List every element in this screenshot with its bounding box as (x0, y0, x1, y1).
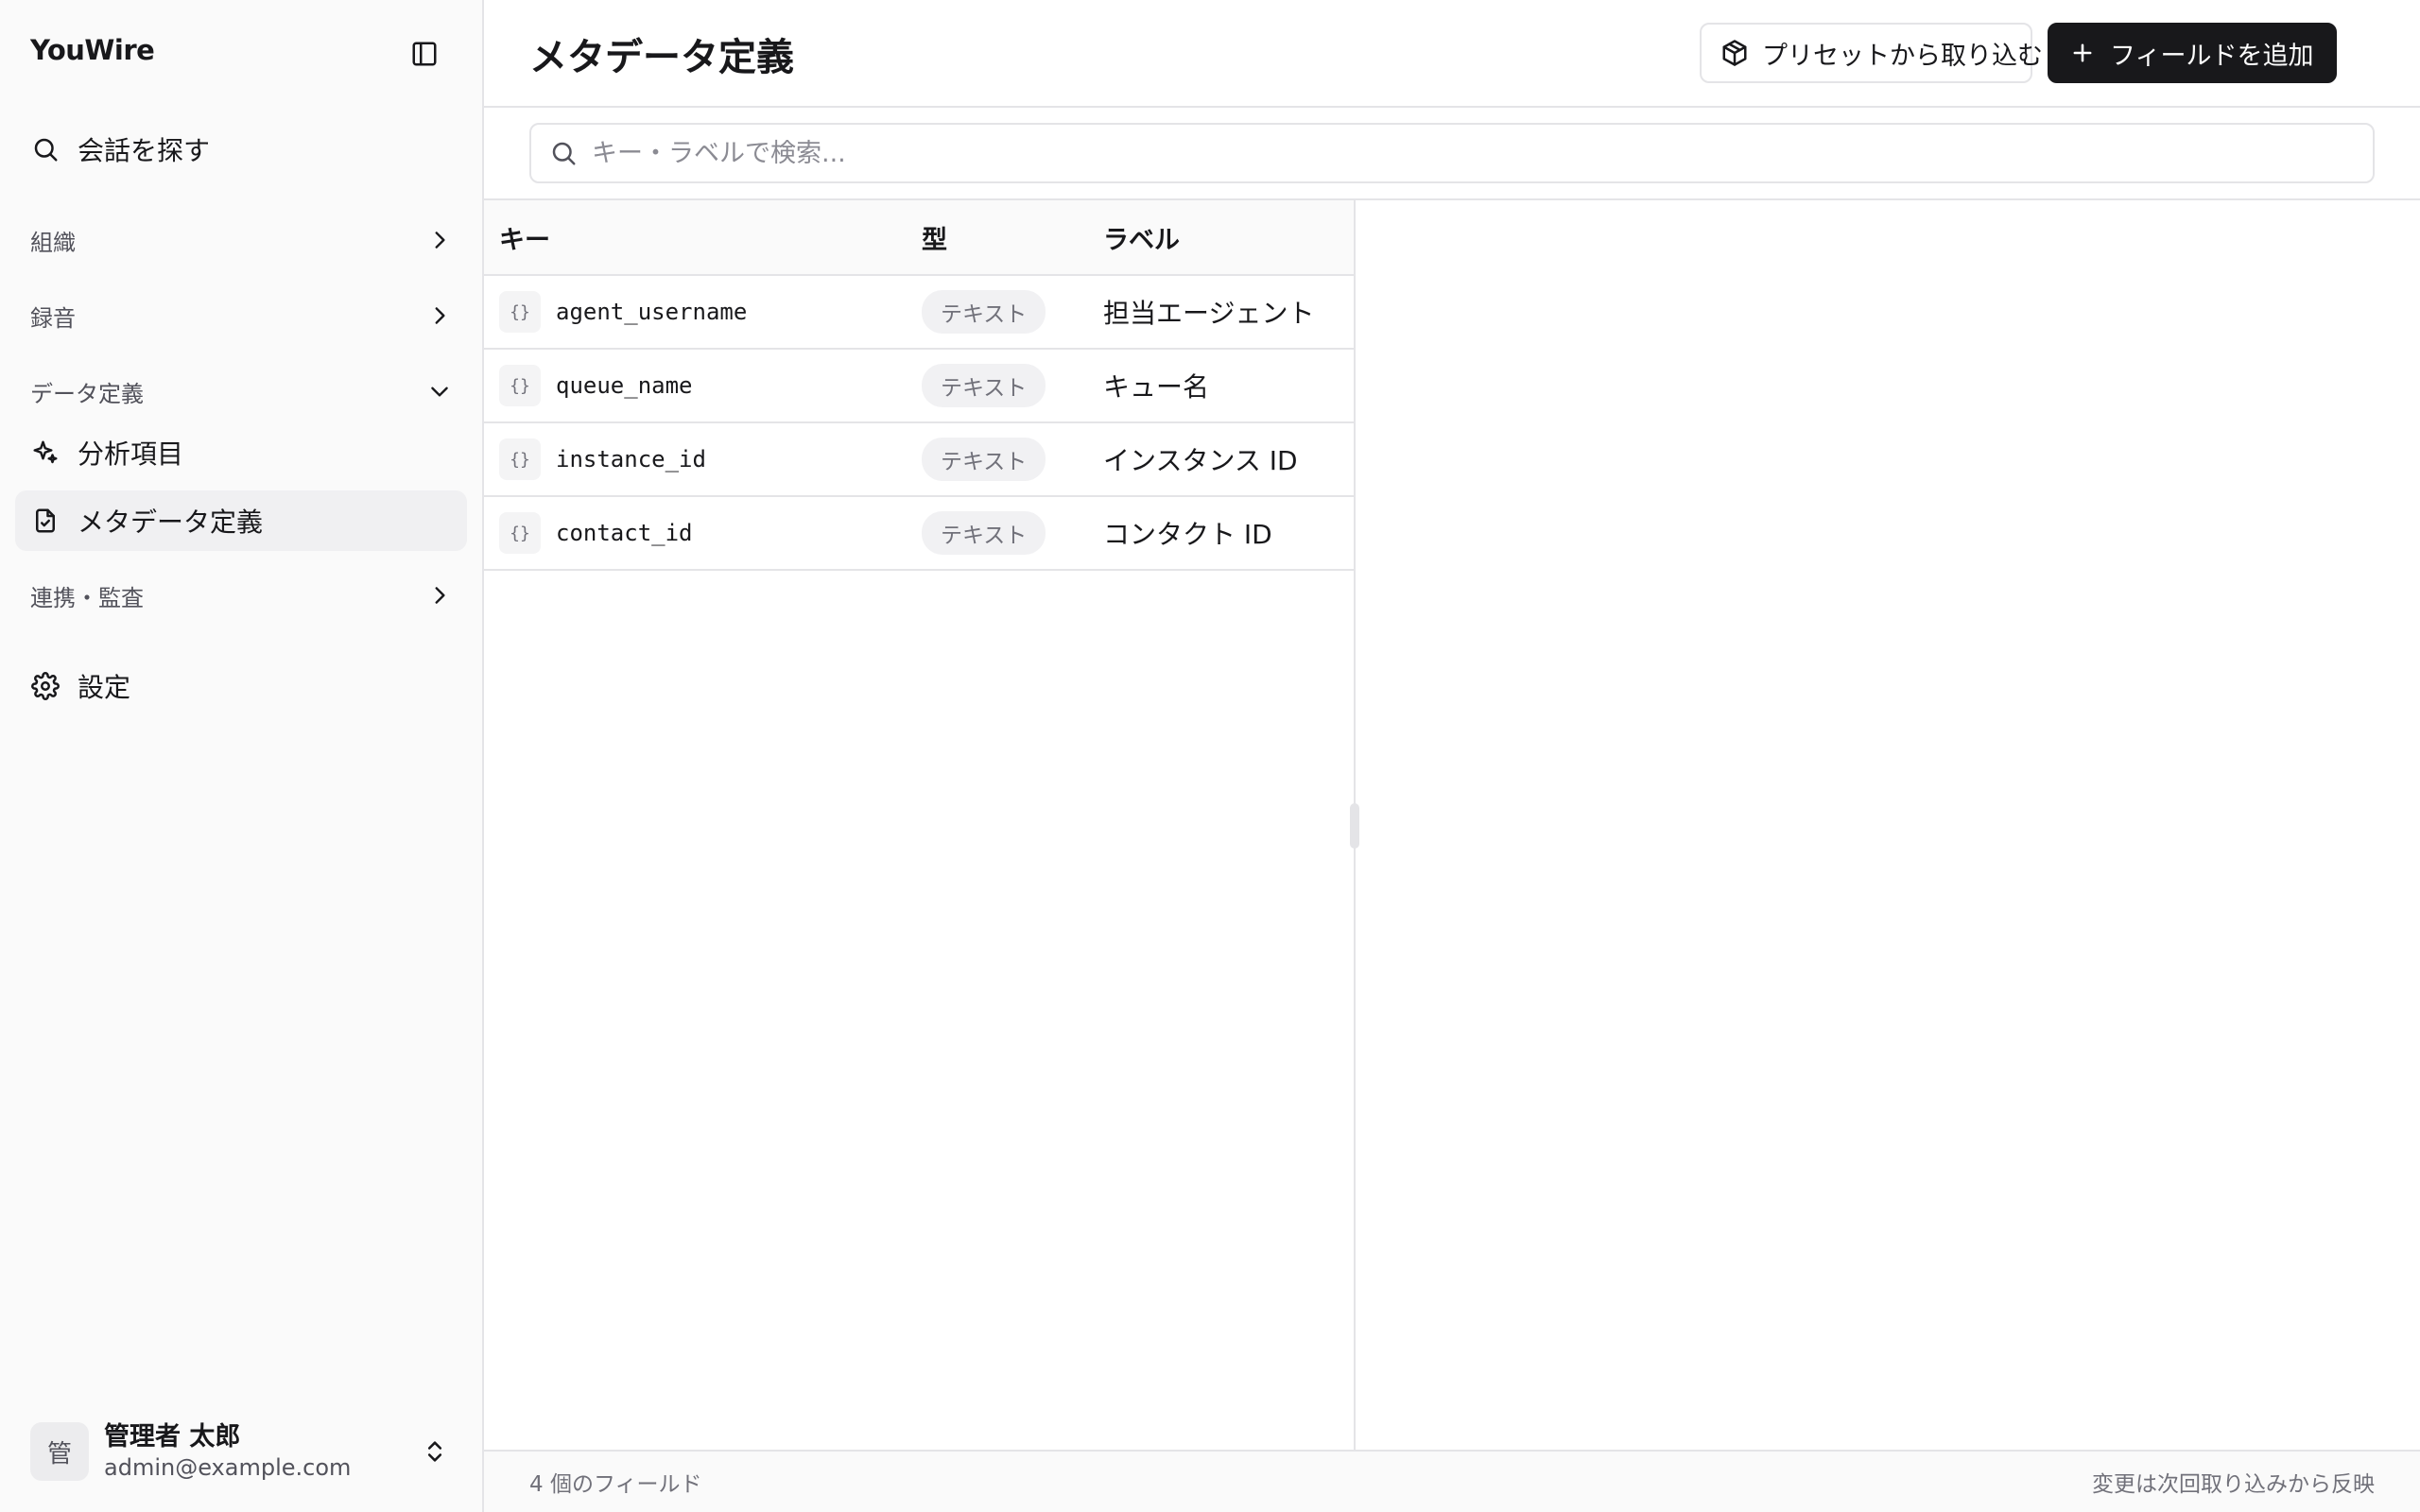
braces-icon: {} (499, 291, 541, 333)
group-label: 録音 (30, 304, 76, 332)
type-badge: テキスト (922, 511, 1046, 555)
field-key: contact_id (556, 520, 693, 546)
brand-row: YouWire (0, 0, 482, 106)
page-title: メタデータ定義 (529, 36, 794, 79)
chevron-right-icon (425, 581, 454, 610)
field-label: 担当エージェント (1103, 298, 1315, 329)
table-row[interactable]: {} agent_username テキスト 担当エージェント (484, 276, 1354, 350)
braces-icon: {} (499, 438, 541, 480)
main-content: メタデータ定義 プリセットから取り込む フィールドを追加 キー・ラベルで検索..… (484, 0, 2420, 1512)
user-name: 管理者 太郎 (104, 1422, 241, 1452)
cell-key: {} queue_name (484, 365, 907, 406)
button-label: フィールドを追加 (2110, 41, 2314, 71)
cell-type: テキスト (907, 438, 1088, 481)
table-header: キー 型 ラベル (484, 200, 1354, 276)
cell-key: {} contact_id (484, 512, 907, 554)
avatar: 管 (30, 1422, 89, 1481)
field-key: queue_name (556, 372, 693, 399)
group-recording[interactable]: 録音 (15, 287, 467, 344)
sidebar: YouWire 会話を探す 組織 録音 データ定義 分析項目 メタデータ定義 連… (0, 0, 484, 1512)
table-row[interactable]: {} contact_id テキスト コンタクト ID (484, 497, 1354, 571)
braces-icon: {} (499, 365, 541, 406)
button-label: プリセットから取り込む (1762, 41, 2043, 71)
sidebar-toggle-button[interactable] (405, 34, 444, 74)
field-key: instance_id (556, 446, 706, 472)
nav-item-label: メタデータ定義 (78, 507, 264, 538)
search-conversations-item[interactable]: 会話を探す (15, 119, 467, 180)
group-data-definition[interactable]: データ定義 (15, 363, 467, 420)
chevron-right-icon (425, 226, 454, 254)
metadata-table: キー 型 ラベル {} agent_username テキスト 担当エージェント… (484, 200, 1356, 1450)
field-count: 4 個のフィールド (529, 1472, 702, 1497)
table-row[interactable]: {} instance_id テキスト インスタンス ID (484, 423, 1354, 497)
nav-item-label: 設定 (78, 672, 131, 703)
group-label: 組織 (30, 229, 76, 256)
field-label: コンタクト ID (1103, 519, 1272, 550)
panel-resize-handle[interactable] (1350, 803, 1359, 849)
gear-icon (30, 671, 60, 701)
group-integration-audit[interactable]: 連携・監査 (15, 567, 467, 624)
type-badge: テキスト (922, 364, 1046, 407)
user-info: 管理者 太郎 admin@example.com (104, 1421, 351, 1482)
search-bar (484, 108, 2420, 200)
cell-key: {} agent_username (484, 291, 907, 333)
search-input[interactable] (592, 138, 2373, 168)
type-badge: テキスト (922, 438, 1046, 481)
import-preset-button[interactable]: プリセットから取り込む (1700, 23, 2043, 83)
table-row[interactable]: {} queue_name テキスト キュー名 (484, 350, 1354, 423)
cell-type: テキスト (907, 290, 1088, 334)
user-menu[interactable]: 管 管理者 太郎 admin@example.com (15, 1412, 467, 1491)
cell-key: {} instance_id (484, 438, 907, 480)
search-icon (548, 138, 579, 168)
package-icon (1720, 39, 1749, 67)
search-box[interactable] (529, 123, 2375, 183)
group-label: 連携・監査 (30, 584, 144, 611)
chevron-right-icon (425, 301, 454, 330)
search-icon (30, 134, 60, 164)
sidebar-item-settings[interactable]: 設定 (15, 656, 467, 716)
cell-type: テキスト (907, 364, 1088, 407)
column-header-key: キー (499, 225, 550, 255)
type-badge: テキスト (922, 290, 1046, 334)
status-footer: 4 個のフィールド 変更は次回取り込みから反映 (484, 1450, 2420, 1512)
app-logo[interactable]: YouWire (30, 34, 155, 66)
panel-left-icon (412, 42, 437, 66)
sidebar-item-analysis[interactable]: 分析項目 (15, 422, 467, 483)
add-field-button[interactable]: フィールドを追加 (2048, 23, 2337, 83)
user-email: admin@example.com (104, 1453, 352, 1481)
plus-icon (2068, 39, 2097, 67)
braces-icon: {} (499, 512, 541, 554)
column-header-type: 型 (922, 225, 947, 255)
field-label: キュー名 (1103, 371, 1210, 403)
column-header-label: ラベル (1103, 225, 1180, 255)
nav-item-label: 会話を探す (78, 135, 211, 166)
nav-item-label: 分析項目 (78, 438, 184, 470)
chevron-down-icon (425, 377, 454, 405)
cell-type: テキスト (907, 511, 1088, 555)
sparkles-icon (30, 438, 60, 468)
field-key: agent_username (556, 299, 748, 325)
group-organization[interactable]: 組織 (15, 212, 467, 268)
chevrons-up-down-icon (420, 1436, 450, 1467)
field-label: インスタンス ID (1103, 445, 1298, 476)
footer-note: 変更は次回取り込みから反映 (2092, 1472, 2375, 1497)
sidebar-item-metadata[interactable]: メタデータ定義 (15, 490, 467, 551)
group-label: データ定義 (30, 380, 144, 407)
page-header: メタデータ定義 プリセットから取り込む フィールドを追加 (484, 0, 2420, 108)
file-icon (30, 506, 60, 536)
